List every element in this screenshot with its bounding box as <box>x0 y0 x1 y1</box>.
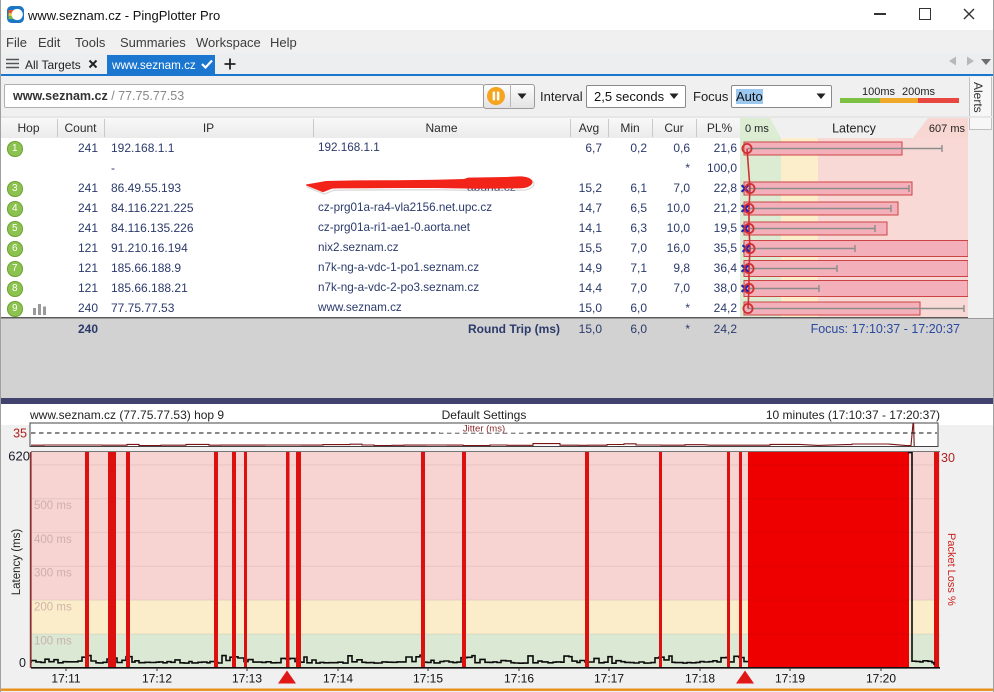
svg-text:200 ms: 200 ms <box>34 602 72 614</box>
svg-text:17:16: 17:16 <box>504 672 534 686</box>
svg-text:17:14: 17:14 <box>323 672 353 686</box>
svg-text:0: 0 <box>19 656 26 670</box>
svg-text:17:15: 17:15 <box>413 672 443 686</box>
svg-text:17:18: 17:18 <box>685 672 715 686</box>
svg-text:Jitter (ms): Jitter (ms) <box>463 423 505 434</box>
svg-text:Packet Loss %: Packet Loss % <box>945 533 957 606</box>
svg-text:0 ms: 0 ms <box>745 123 769 135</box>
svg-text:17:11: 17:11 <box>51 672 80 686</box>
svg-text:17:12: 17:12 <box>142 672 172 686</box>
svg-text:17:13: 17:13 <box>232 672 262 686</box>
svg-text:620: 620 <box>8 449 30 464</box>
svg-text:Latency: Latency <box>832 122 877 136</box>
svg-text:30: 30 <box>941 451 955 465</box>
svg-text:17:19: 17:19 <box>775 672 805 686</box>
svg-text:100 ms: 100 ms <box>34 635 72 647</box>
svg-text:300 ms: 300 ms <box>34 568 72 580</box>
svg-text:Latency (ms): Latency (ms) <box>11 529 23 596</box>
svg-text:17:17: 17:17 <box>594 672 624 686</box>
svg-text:607 ms: 607 ms <box>929 123 966 135</box>
svg-text:400 ms: 400 ms <box>34 534 72 546</box>
svg-text:17:20: 17:20 <box>866 672 896 686</box>
svg-text:500 ms: 500 ms <box>34 500 72 512</box>
svg-text:35: 35 <box>13 427 27 441</box>
